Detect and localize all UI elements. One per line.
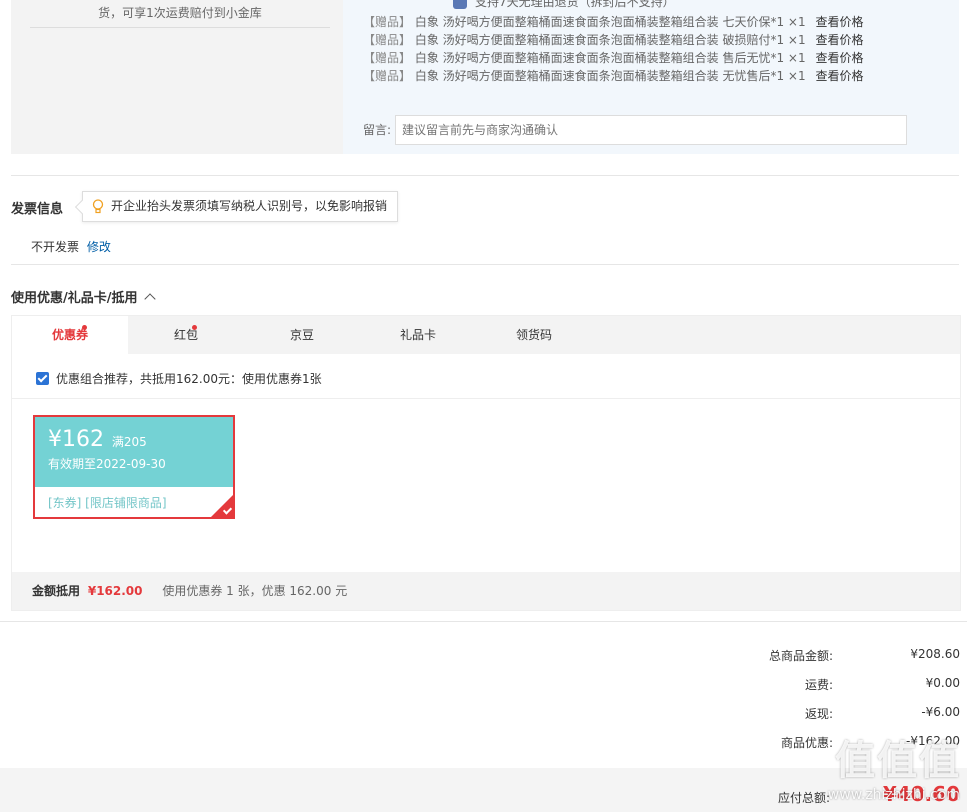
total-goods-row: 总商品金额: ¥208.60 bbox=[768, 647, 960, 663]
coupon-section-title[interactable]: 使用优惠/礼品卡/抵用 bbox=[11, 287, 156, 306]
coupon-section-title-text: 使用优惠/礼品卡/抵用 bbox=[11, 291, 138, 306]
new-dot-indicator bbox=[82, 325, 87, 330]
cashback-row: 返现: -¥6.00 bbox=[804, 705, 960, 721]
shipping-row: 运费: ¥0.00 bbox=[804, 676, 960, 692]
invoice-edit-link[interactable]: 修改 bbox=[87, 240, 111, 254]
gift-item: 【赠品】 白象 汤好喝方便面整箱桶面速食面条泡面桶装整箱组合装 七天价保*1 ×… bbox=[363, 15, 864, 29]
tab-jd-beans[interactable]: 京豆 bbox=[244, 316, 360, 354]
view-price-link[interactable]: 查看价格 bbox=[815, 33, 863, 47]
coupon-expiry: 有效期至2022-09-30 bbox=[48, 457, 166, 471]
section-divider bbox=[11, 264, 959, 265]
gift-item: 【赠品】 白象 汤好喝方便面整箱桶面速食面条泡面桶装整箱组合装 无忧售后*1 ×… bbox=[363, 69, 864, 83]
order-summary-block: 货，可享1次运费赔付到小金库 支持7天无理由退货（拆封后不支持） 【赠品】 白象… bbox=[11, 0, 959, 154]
new-dot-indicator bbox=[192, 325, 197, 330]
coupon-tags: [东券] [限店铺限商品] bbox=[48, 496, 167, 510]
combo-checkbox[interactable] bbox=[36, 372, 49, 385]
return-policy-text: 支持7天无理由退货（拆封后不支持） bbox=[475, 0, 675, 9]
combo-recommendation[interactable]: 优惠组合推荐，共抵用162.00元：使用优惠券1张 bbox=[36, 370, 322, 387]
coupon-divider bbox=[12, 398, 960, 399]
chevron-up-icon[interactable] bbox=[143, 293, 156, 305]
tab-coupons[interactable]: 优惠券 bbox=[12, 316, 128, 354]
coupon-card-top: ¥162 满205 有效期至2022-09-30 bbox=[35, 417, 233, 487]
order-detail-panel: 支持7天无理由退货（拆封后不支持） 【赠品】 白象 汤好喝方便面整箱桶面速食面条… bbox=[343, 0, 959, 154]
invoice-tip-text: 开企业抬头发票须填写纳税人识别号，以免影响报销 bbox=[111, 199, 388, 213]
coupon-summary: 金额抵用 ¥162.00 使用优惠券 1 张，优惠 162.00 元 bbox=[12, 572, 960, 610]
gift-item: 【赠品】 白象 汤好喝方便面整箱桶面速食面条泡面桶装整箱组合装 破损赔付*1 ×… bbox=[363, 33, 864, 47]
coupon-panel: 优惠券 红包 京豆 礼品卡 领货码 优惠组合推荐，共抵用162.00元：使用优惠… bbox=[11, 315, 961, 611]
message-input[interactable] bbox=[395, 115, 907, 145]
coupon-tabs: 优惠券 红包 京豆 礼品卡 领货码 bbox=[12, 316, 960, 354]
combo-text: 优惠组合推荐，共抵用162.00元：使用优惠券1张 bbox=[56, 372, 322, 386]
section-divider bbox=[0, 621, 967, 622]
shipping-insurance-note: 货，可享1次运费赔付到小金库 bbox=[30, 0, 330, 28]
invoice-status: 不开发票 修改 bbox=[31, 238, 111, 255]
invoice-tip: 开企业抬头发票须填写纳税人识别号，以免影响报销 bbox=[74, 191, 399, 222]
view-price-link[interactable]: 查看价格 bbox=[815, 69, 863, 83]
gift-item: 【赠品】 白象 汤好喝方便面整箱桶面速食面条泡面桶装整箱组合装 售后无忧*1 ×… bbox=[363, 51, 864, 65]
tab-gift-card[interactable]: 礼品卡 bbox=[360, 316, 476, 354]
invoice-title: 发票信息 bbox=[11, 202, 64, 217]
tab-red-packet[interactable]: 红包 bbox=[128, 316, 244, 354]
return-policy: 支持7天无理由退货（拆封后不支持） bbox=[453, 0, 675, 10]
view-price-link[interactable]: 查看价格 bbox=[815, 51, 863, 65]
lightbulb-icon bbox=[92, 199, 104, 214]
coupon-summary-detail: 使用优惠券 1 张，优惠 162.00 元 bbox=[162, 584, 348, 598]
section-divider bbox=[11, 175, 959, 176]
return-icon bbox=[453, 0, 467, 9]
watermark-url: www.zhizhizhi.com bbox=[827, 787, 960, 803]
payable-label: 应付总额: bbox=[777, 791, 830, 805]
view-price-link[interactable]: 查看价格 bbox=[815, 15, 863, 29]
message-label: 留言: bbox=[363, 123, 392, 137]
watermark-logo: 值值值 bbox=[835, 738, 961, 784]
coupon-amount: ¥162 bbox=[48, 427, 104, 452]
invoice-status-text: 不开发票 bbox=[31, 240, 80, 254]
coupon-summary-label: 金额抵用 bbox=[32, 584, 81, 598]
payable-total-bar: 应付总额: ¥40.60 bbox=[0, 768, 967, 812]
tip-arrow bbox=[74, 199, 90, 215]
coupon-summary-value: ¥162.00 bbox=[87, 584, 143, 598]
tab-redeem-code[interactable]: 领货码 bbox=[476, 316, 592, 354]
coupon-condition: 满205 bbox=[111, 435, 147, 449]
coupon-card[interactable]: ¥162 满205 有效期至2022-09-30 [东券] [限店铺限商品] bbox=[33, 415, 235, 519]
